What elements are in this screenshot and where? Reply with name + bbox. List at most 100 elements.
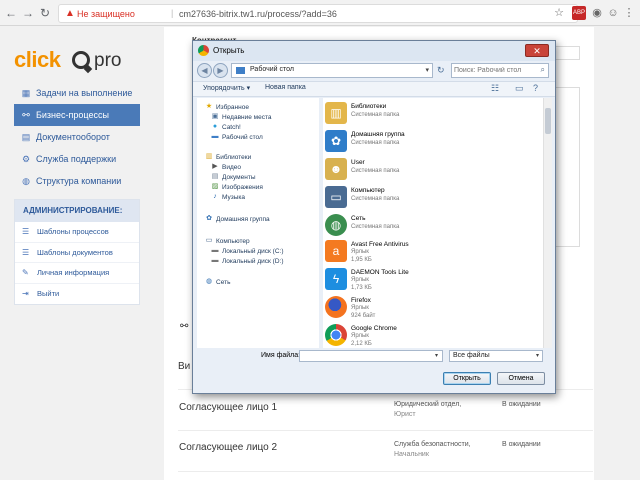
url-text[interactable]: cm27636-bitrix.tw1.ru/process/?add=36 (179, 9, 337, 19)
signer-status: В ожидании (502, 401, 541, 408)
close-button[interactable]: ✕ (525, 44, 549, 57)
menu-item-label: Структура компании (36, 176, 122, 186)
file-size: 2,12 КБ (351, 341, 372, 347)
menu-item-structure[interactable]: ◍ Структура компании (14, 170, 140, 192)
main-menu: ▦ Задачи на выполнение ⚯ Бизнес-процессы… (14, 82, 140, 192)
open-button[interactable]: Открыть (443, 372, 491, 385)
back-icon[interactable]: ← (4, 6, 18, 20)
firefox-icon (325, 296, 347, 318)
organize-button[interactable]: Упорядочить ▾ (203, 84, 250, 92)
back-icon[interactable]: ◀ (197, 63, 212, 78)
admin-item-label: Шаблоны процессов (37, 227, 109, 236)
admin-item-personal-info[interactable]: ✎ Личная информация (15, 263, 139, 284)
extension-icon[interactable]: ABP (572, 6, 586, 20)
file-type: Системная папка (351, 168, 400, 174)
filetype-select[interactable]: Все файлы ▾ (449, 350, 543, 362)
file-item-user[interactable]: ☻ User Системная папка (323, 156, 533, 184)
file-item-daemon-tools[interactable]: ϟ DAEMON Tools Lite Ярлык 1,73 КБ (323, 266, 533, 294)
menu-item-label: Бизнес-процессы (36, 110, 109, 120)
dialog-toolbar: Упорядочить ▾ Новая папка ☷ ▭ ? (193, 81, 555, 97)
view-options-icon[interactable]: ☷ (491, 83, 499, 94)
cancel-button[interactable]: Отмена (497, 372, 545, 385)
extension-ghost-icon[interactable]: ☺ (606, 6, 620, 20)
avast-icon: a (325, 240, 347, 262)
file-type: Ярлык (351, 249, 369, 255)
chevron-down-icon[interactable]: ▾ (425, 66, 429, 74)
desktop-icon: ▬ (211, 133, 219, 140)
file-item-avast[interactable]: a Avast Free Antivirus Ярлык 1,95 КБ (323, 238, 533, 266)
signer-position: Юрист (394, 411, 416, 418)
address-bar[interactable]: ▲ Не защищено | cm27636-bitrix.tw1.ru/pr… (58, 4, 578, 23)
file-type: Ярлык (351, 277, 369, 283)
drive-icon: ▬ (211, 257, 219, 264)
chrome-icon (325, 324, 347, 346)
help-icon[interactable]: ? (533, 83, 538, 93)
libraries-icon: ▥ (325, 102, 347, 124)
admin-item-label: Шаблоны документов (37, 247, 113, 257)
preview-pane-icon[interactable]: ▭ (515, 83, 524, 94)
row-divider (178, 471, 593, 472)
file-item-libraries[interactable]: ▥ Библиотеки Системная папка (323, 100, 533, 128)
file-size: 924 байт (351, 313, 376, 319)
menu-item-label: Документооборот (36, 132, 110, 142)
file-name: User (351, 159, 365, 166)
nav-label: Локальный диск (C:) (222, 248, 284, 255)
document-icon: ▤ (21, 132, 31, 142)
forward-icon[interactable]: → (21, 6, 35, 20)
menu-icon[interactable]: ⋮ (622, 6, 636, 20)
browser-toolbar: ← → ↻ ▲ Не защищено | cm27636-bitrix.tw1… (0, 0, 640, 26)
file-item-computer[interactable]: ▭ Компьютер Системная папка (323, 184, 533, 212)
menu-item-support[interactable]: ⚙ Служба поддержки (14, 148, 140, 170)
menu-item-label: Задачи на выполнение (36, 88, 133, 98)
menu-item-tasks[interactable]: ▦ Задачи на выполнение (14, 82, 140, 104)
logo[interactable]: click pro (14, 47, 134, 77)
file-name: DAEMON Tools Lite (351, 269, 409, 276)
file-item-chrome[interactable]: Google Chrome Ярлык 2,12 КБ (323, 322, 533, 348)
search-input[interactable] (454, 65, 536, 76)
extension-shield-icon[interactable]: ◉ (590, 6, 604, 20)
list-icon: ☰ (22, 227, 30, 236)
nav-label: Музыка (222, 194, 245, 201)
nav-label: Рабочий стол (222, 134, 263, 141)
homegroup-icon: ✿ (325, 130, 347, 152)
open-file-dialog: Открыть ✕ ◀ ▶ Рабочий стол ▾ ↻ ⌕ Упорядо… (192, 40, 556, 394)
dialog-titlebar[interactable]: Открыть ✕ (193, 41, 555, 61)
gears-icon: ⚙ (21, 154, 31, 164)
globe-icon: ◍ (22, 176, 30, 186)
hierarchy-icon: ⚯ (180, 321, 189, 332)
filename-input[interactable] (299, 350, 443, 362)
signer-name: Согласующее лицо 1 (179, 402, 278, 413)
computer-icon: ▭ (205, 237, 213, 244)
menu-item-documents[interactable]: ▤ Документооборот (14, 126, 140, 148)
file-item-homegroup[interactable]: ✿ Домашняя группа Системная папка (323, 128, 533, 156)
file-list-scrollbar[interactable] (543, 98, 552, 348)
file-item-firefox[interactable]: Firefox Ярлык 924 байт (323, 294, 533, 322)
reload-icon[interactable]: ↻ (38, 6, 52, 20)
forward-icon[interactable]: ▶ (213, 63, 228, 78)
logo-pin-icon (83, 64, 93, 74)
file-name: Firefox (351, 297, 371, 304)
file-item-network[interactable]: ◍ Сеть Системная папка (323, 212, 533, 240)
admin-item-process-templates[interactable]: ☰ Шаблоны процессов (15, 222, 139, 243)
signer-name: Согласующее лицо 2 (179, 442, 278, 453)
nav-label: Домашняя группа (216, 216, 270, 223)
refresh-icon[interactable]: ↻ (437, 64, 449, 77)
admin-item-logout[interactable]: ⇥ Выйти (15, 284, 139, 305)
new-folder-button[interactable]: Новая папка (265, 84, 306, 91)
signer-department: Служба безопастности, (394, 441, 471, 448)
security-label[interactable]: Не защищено (77, 9, 135, 19)
admin-item-label: Личная информация (37, 268, 110, 277)
admin-title: АДМИНИСТРИРОВАНИЕ: (15, 200, 139, 222)
file-type: Системная папка (351, 196, 400, 202)
file-size: 1,95 КБ (351, 257, 372, 263)
bookmark-star-icon[interactable]: ☆ (552, 6, 566, 20)
scroll-thumb[interactable] (545, 108, 551, 134)
computer-icon: ▭ (325, 186, 347, 208)
folder-address-bar[interactable]: Рабочий стол ▾ (231, 63, 433, 78)
file-name: Avast Free Antivirus (351, 241, 409, 248)
nav-label: Catch! (222, 124, 241, 131)
menu-item-business-processes[interactable]: ⚯ Бизнес-процессы (14, 104, 140, 126)
chevron-down-icon[interactable]: ▾ (435, 352, 438, 359)
folder-search[interactable]: ⌕ (451, 63, 549, 78)
admin-item-document-templates[interactable]: ☰ Шаблоны документов (15, 243, 139, 263)
